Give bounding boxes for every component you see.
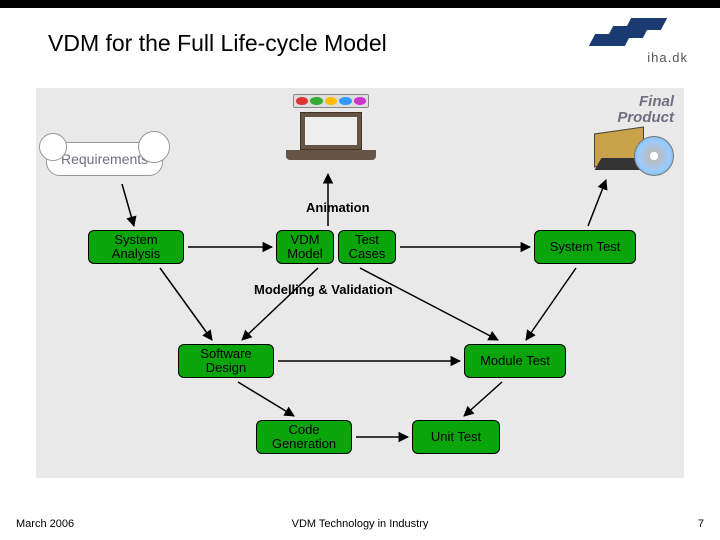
top-accent-bar	[0, 0, 720, 8]
requirements-label: Requirements	[61, 151, 148, 167]
slide-title: VDM for the Full Life-cycle Model	[48, 30, 387, 57]
footer-title: VDM Technology in Industry	[0, 518, 720, 530]
logo-iha: iha.dk	[592, 18, 688, 65]
node-test-cases: TestCases	[338, 230, 396, 264]
logo-text: iha.dk	[592, 50, 688, 65]
final-product: Final Product	[564, 94, 674, 180]
node-system-analysis: SystemAnalysis	[88, 230, 184, 264]
caption-animation: Animation	[306, 200, 370, 215]
requirements-cloud: Requirements	[46, 142, 163, 176]
animation-gui-icon	[286, 94, 376, 164]
final-product-label-2: Product	[564, 110, 674, 126]
node-code-generation: CodeGeneration	[256, 420, 352, 454]
logo-stripes-icon	[592, 18, 688, 48]
diagram-canvas: Requirements Final Product Animation	[36, 88, 684, 478]
final-product-label-1: Final	[564, 94, 674, 110]
caption-modelling: Modelling & Validation	[254, 282, 393, 297]
node-module-test: Module Test	[464, 344, 566, 378]
node-software-design: SoftwareDesign	[178, 344, 274, 378]
node-vdm-model: VDMModel	[276, 230, 334, 264]
laptop-disc-icon	[594, 130, 674, 180]
slide: VDM for the Full Life-cycle Model iha.dk…	[0, 0, 720, 540]
node-unit-test: Unit Test	[412, 420, 500, 454]
node-system-test: System Test	[534, 230, 636, 264]
footer-page-number: 7	[698, 518, 704, 530]
